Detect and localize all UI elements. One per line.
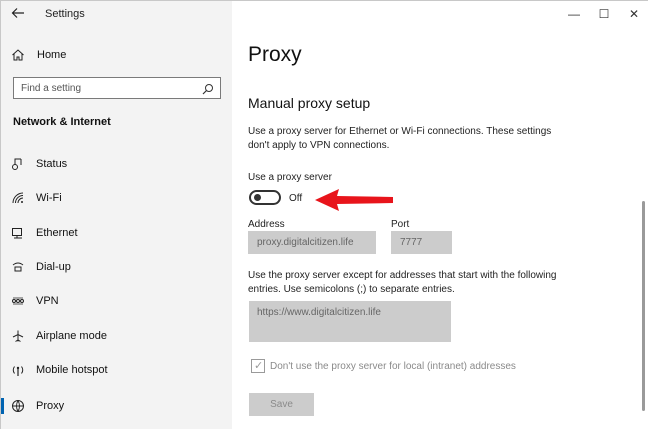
- sidebar-item-label: VPN: [36, 295, 59, 307]
- back-arrow-icon[interactable]: [11, 6, 27, 22]
- toggle-label: Use a proxy server: [248, 172, 332, 183]
- ethernet-icon: [11, 226, 25, 240]
- search-input[interactable]: Find a setting: [13, 77, 221, 99]
- sidebar-item-airplane-mode[interactable]: Airplane mode: [1, 323, 232, 349]
- section-subtitle: Manual proxy setup: [248, 95, 371, 111]
- toggle-state-text: Off: [289, 193, 303, 204]
- search-placeholder: Find a setting: [21, 83, 82, 94]
- toggle-knob: [254, 194, 261, 201]
- sidebar-item-ethernet[interactable]: Ethernet: [1, 220, 232, 246]
- bypass-local-label: Don't use the proxy server for local (in…: [270, 361, 516, 372]
- sidebar-item-dialup[interactable]: Dial-up: [1, 254, 232, 280]
- active-indicator: [1, 398, 4, 414]
- sidebar-item-status[interactable]: Status: [1, 151, 232, 177]
- status-icon: [11, 157, 25, 171]
- maximize-button[interactable]: ☐: [589, 1, 619, 27]
- exceptions-description: Use the proxy server except for addresse…: [248, 270, 557, 295]
- port-field[interactable]: 7777: [391, 231, 452, 254]
- use-proxy-toggle[interactable]: [249, 190, 281, 205]
- bypass-local-checkbox[interactable]: ✓: [251, 359, 265, 373]
- proxy-icon: [11, 399, 25, 413]
- home-label: Home: [37, 49, 67, 61]
- sidebar-item-label: Wi-Fi: [36, 192, 62, 204]
- port-label: Port: [391, 219, 410, 230]
- sidebar-item-label: Proxy: [36, 400, 65, 412]
- home-nav-item[interactable]: Home: [9, 45, 219, 65]
- red-arrow-icon: [315, 189, 393, 211]
- sidebar-item-label: Dial-up: [36, 261, 71, 273]
- hotspot-icon: [11, 363, 25, 377]
- vpn-icon: [11, 294, 25, 308]
- sidebar-item-vpn[interactable]: VPN: [1, 288, 232, 314]
- titlebar: Settings: [1, 1, 232, 27]
- exceptions-field[interactable]: https://www.digitalcitizen.life: [249, 301, 451, 342]
- dialup-icon: [11, 260, 25, 274]
- airplane-icon: [11, 329, 25, 343]
- address-field[interactable]: proxy.digitalcitizen.life: [248, 231, 376, 254]
- check-icon: ✓: [254, 360, 264, 372]
- minimize-button[interactable]: —: [559, 1, 589, 27]
- window-controls: — ☐ ✕: [559, 1, 648, 27]
- sidebar-item-label: Status: [36, 158, 68, 170]
- section-heading: Network & Internet: [13, 116, 111, 128]
- sidebar-item-label: Ethernet: [36, 227, 78, 239]
- close-button[interactable]: ✕: [619, 1, 648, 27]
- sidebar-item-label: Airplane mode: [36, 330, 107, 342]
- settings-window: Settings Home Find a setting Network & I…: [0, 0, 648, 429]
- save-button[interactable]: Save: [249, 393, 314, 416]
- scrollbar[interactable]: [642, 201, 645, 411]
- sidebar-item-wifi[interactable]: Wi-Fi: [1, 185, 232, 211]
- sidebar: Settings Home Find a setting Network & I…: [1, 1, 232, 429]
- address-label: Address: [248, 219, 285, 230]
- wifi-icon: [11, 191, 25, 205]
- proxy-description: Use a proxy server for Ethernet or Wi-Fi…: [248, 126, 552, 151]
- exceptions-value: https://www.digitalcitizen.life: [257, 307, 381, 318]
- port-value: 7777: [400, 237, 423, 248]
- sidebar-item-proxy[interactable]: Proxy: [1, 393, 232, 419]
- page-title: Proxy: [248, 43, 302, 66]
- app-title: Settings: [45, 8, 85, 20]
- sidebar-item-label: Mobile hotspot: [36, 364, 108, 376]
- search-icon[interactable]: [202, 82, 214, 95]
- sidebar-item-mobile-hotspot[interactable]: Mobile hotspot: [1, 357, 232, 383]
- main-content: — ☐ ✕ Proxy Manual proxy setup Use a pro…: [232, 1, 648, 429]
- address-value: proxy.digitalcitizen.life: [257, 237, 354, 248]
- home-icon: [11, 48, 25, 62]
